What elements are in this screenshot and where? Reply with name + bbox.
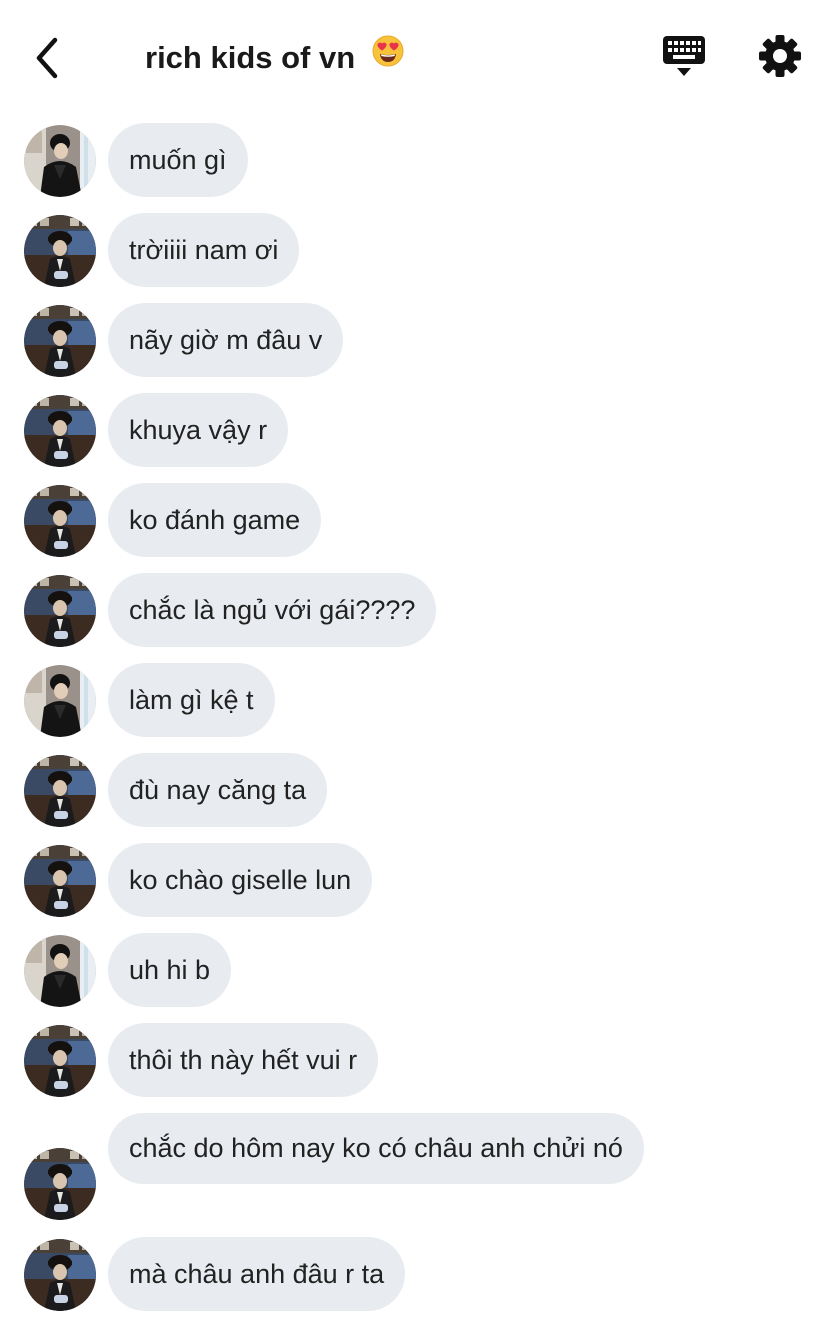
message-bubble[interactable]: chắc là ngủ với gái????: [108, 573, 437, 647]
avatar[interactable]: [24, 1239, 96, 1311]
message-bubble[interactable]: uh hi b: [108, 933, 232, 1007]
message-bubble[interactable]: ko chào giselle lun: [108, 843, 373, 917]
avatar[interactable]: [24, 665, 96, 737]
avatar[interactable]: [24, 1148, 96, 1220]
keyboard-icon: [663, 36, 705, 76]
avatar[interactable]: [24, 575, 96, 647]
back-button[interactable]: [22, 30, 70, 86]
gear-icon: [759, 35, 801, 77]
settings-button[interactable]: [756, 32, 804, 80]
message-bubble[interactable]: nãy giờ m đâu v: [108, 303, 344, 377]
message-bubble[interactable]: chắc do hôm nay ko có châu anh chửi nó: [108, 1113, 644, 1184]
avatar[interactable]: [24, 395, 96, 467]
avatar[interactable]: [24, 935, 96, 1007]
avatar[interactable]: [24, 305, 96, 377]
message-bubble[interactable]: ko đánh game: [108, 483, 322, 557]
message-bubble[interactable]: đù nay căng ta: [108, 753, 328, 827]
message-bubble[interactable]: làm gì kệ t: [108, 663, 275, 737]
message-bubble[interactable]: thôi th này hết vui r: [108, 1023, 379, 1097]
message-bubble[interactable]: khuya vậy r: [108, 393, 289, 467]
avatar[interactable]: [24, 485, 96, 557]
keyboard-button[interactable]: [660, 34, 708, 82]
avatar[interactable]: [24, 1025, 96, 1097]
chevron-left-icon: [36, 37, 58, 79]
avatar[interactable]: [24, 215, 96, 287]
heart-eyes-emoji-icon: [372, 35, 404, 79]
avatar[interactable]: [24, 125, 96, 197]
chat-title-text: rich kids of vn: [145, 40, 356, 75]
avatar[interactable]: [24, 845, 96, 917]
chat-title: rich kids of vn: [145, 35, 404, 80]
avatar[interactable]: [24, 755, 96, 827]
message-bubble[interactable]: trờiiii nam ơi: [108, 213, 300, 287]
chat-header: rich kids of vn: [0, 0, 828, 112]
message-bubble[interactable]: muốn gì: [108, 123, 248, 197]
message-bubble[interactable]: mà châu anh đâu r ta: [108, 1237, 406, 1311]
